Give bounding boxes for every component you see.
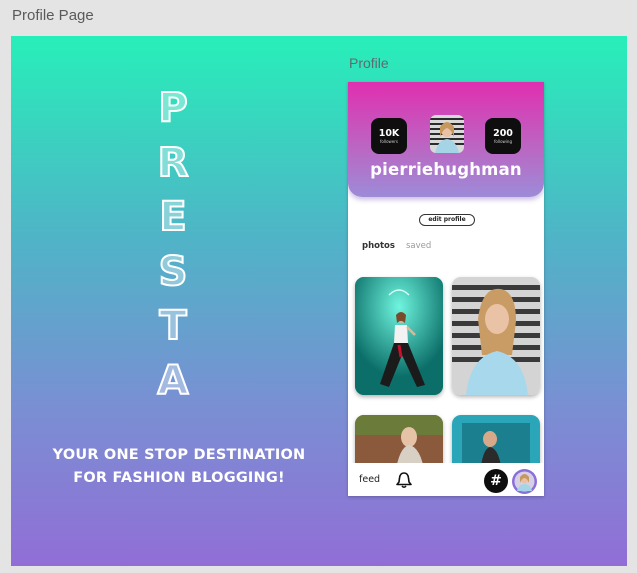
nav-avatar[interactable] xyxy=(512,469,537,494)
bell-icon[interactable] xyxy=(395,471,413,489)
artboard: P R E S T A YOUR ONE STOP DESTINATION FO… xyxy=(11,36,627,566)
profile-header: 10K followers 200 following pierriehughm… xyxy=(348,82,544,197)
following-label: following xyxy=(494,138,512,144)
followers-count: 10K xyxy=(378,127,400,139)
photo-thumbnail[interactable] xyxy=(355,277,443,395)
following-count: 200 xyxy=(493,127,513,139)
profile-avatar[interactable] xyxy=(430,115,464,153)
tab-photos[interactable]: photos xyxy=(362,241,395,251)
username: pierriehughman xyxy=(370,160,522,179)
artboard-label: Profile xyxy=(349,55,389,71)
following-stat[interactable]: 200 following xyxy=(485,118,521,154)
brand-logo: P R E S T A xyxy=(137,81,209,408)
hashtag-icon[interactable]: # xyxy=(484,469,508,493)
brand-letter: R xyxy=(157,139,190,187)
brand-letter: E xyxy=(158,193,187,241)
brand-letter: P xyxy=(157,84,188,132)
tab-saved[interactable]: saved xyxy=(406,241,431,251)
photo-thumbnail[interactable] xyxy=(452,277,540,395)
bottom-nav: feed # xyxy=(348,463,544,496)
tagline: YOUR ONE STOP DESTINATION FOR FASHION BL… xyxy=(29,444,329,490)
brand-letter: A xyxy=(157,357,190,405)
edit-profile-button[interactable]: edit profile xyxy=(419,214,475,226)
tagline-line: FOR FASHION BLOGGING! xyxy=(73,470,285,486)
brand-letter: S xyxy=(158,248,189,296)
canvas-title: Profile Page xyxy=(12,7,94,24)
tagline-line: YOUR ONE STOP DESTINATION xyxy=(52,447,306,463)
brand-letter: T xyxy=(158,302,187,350)
profile-screen: 10K followers 200 following pierriehughm… xyxy=(348,82,544,496)
feed-tab[interactable]: feed xyxy=(359,474,380,485)
followers-stat[interactable]: 10K followers xyxy=(371,118,407,154)
followers-label: followers xyxy=(380,138,398,144)
